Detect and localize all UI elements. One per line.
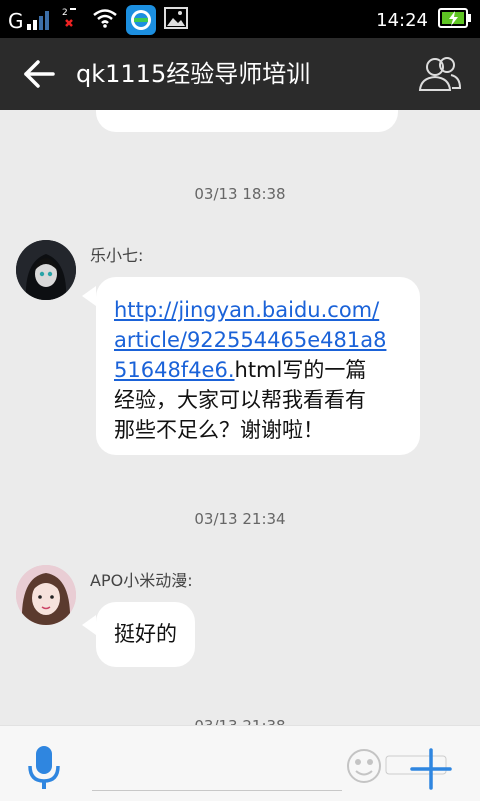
avatar[interactable] <box>16 240 76 300</box>
message-bubble[interactable]: 挺好的 <box>96 602 195 667</box>
message-input[interactable] <box>92 746 342 791</box>
back-button[interactable] <box>22 59 56 89</box>
message-bubble[interactable]: http://jingyan.baidu.com/ article/922554… <box>96 277 420 455</box>
message-line: 51648f4e6.html写的一篇 <box>114 355 420 385</box>
timestamp: 03/13 21:38 <box>0 717 480 725</box>
group-members-icon <box>418 57 462 91</box>
group-members-button[interactable] <box>418 54 462 94</box>
sender-name: APO小米动漫: <box>90 571 193 590</box>
input-bar <box>0 725 480 801</box>
status-time: 14:24 <box>376 9 428 31</box>
message-line: http://jingyan.baidu.com/ <box>114 295 420 325</box>
title-bar: qk1115经验导师培训 <box>0 38 480 110</box>
signal-sim2-icon: 2 <box>60 5 84 35</box>
svg-text:2: 2 <box>62 8 68 18</box>
back-arrow-icon <box>24 60 55 88</box>
status-left-icons: G 2 <box>8 5 188 35</box>
avatar[interactable] <box>16 565 76 625</box>
voice-input-button[interactable] <box>24 744 64 792</box>
signal-sim1-icon: G <box>8 9 52 31</box>
message-text: 挺好的 <box>114 622 177 646</box>
timestamp: 03/13 18:38 <box>194 185 286 203</box>
message-line: article/922554465e481a8 <box>114 325 420 355</box>
message-link[interactable]: http://jingyan.baidu.com/ <box>114 298 379 322</box>
app-notification-icon <box>125 5 156 35</box>
image-notification-icon <box>163 7 188 33</box>
status-bar: G 2 14:24 <box>0 0 480 38</box>
microphone-icon <box>28 746 60 789</box>
wifi-icon <box>92 8 118 32</box>
message-link[interactable]: 51648f4e6. <box>114 358 235 382</box>
chat-title: qk1115经验导师培训 <box>76 60 311 88</box>
plus-icon <box>410 748 452 790</box>
previous-message-bubble[interactable] <box>96 110 398 132</box>
more-options-button[interactable] <box>408 746 454 792</box>
bubble-tail <box>82 286 96 306</box>
sim1-label: G <box>8 9 24 33</box>
message-link[interactable]: article/922554465e481a8 <box>114 328 386 352</box>
sender-name: 乐小七: <box>90 246 144 265</box>
battery-charging-icon <box>438 7 472 33</box>
chat-messages-area[interactable]: 03/13 18:38 乐小七: http://jingyan.baidu.co… <box>0 110 480 725</box>
status-right: 14:24 <box>376 5 472 35</box>
bubble-tail <box>82 615 96 635</box>
message-text: 经验，大家可以帮我看看有 <box>114 388 366 412</box>
message-text: html写的一篇 <box>234 358 367 382</box>
message-text: 那些不足么？谢谢啦！ <box>114 418 324 442</box>
timestamp: 03/13 21:34 <box>194 510 286 528</box>
